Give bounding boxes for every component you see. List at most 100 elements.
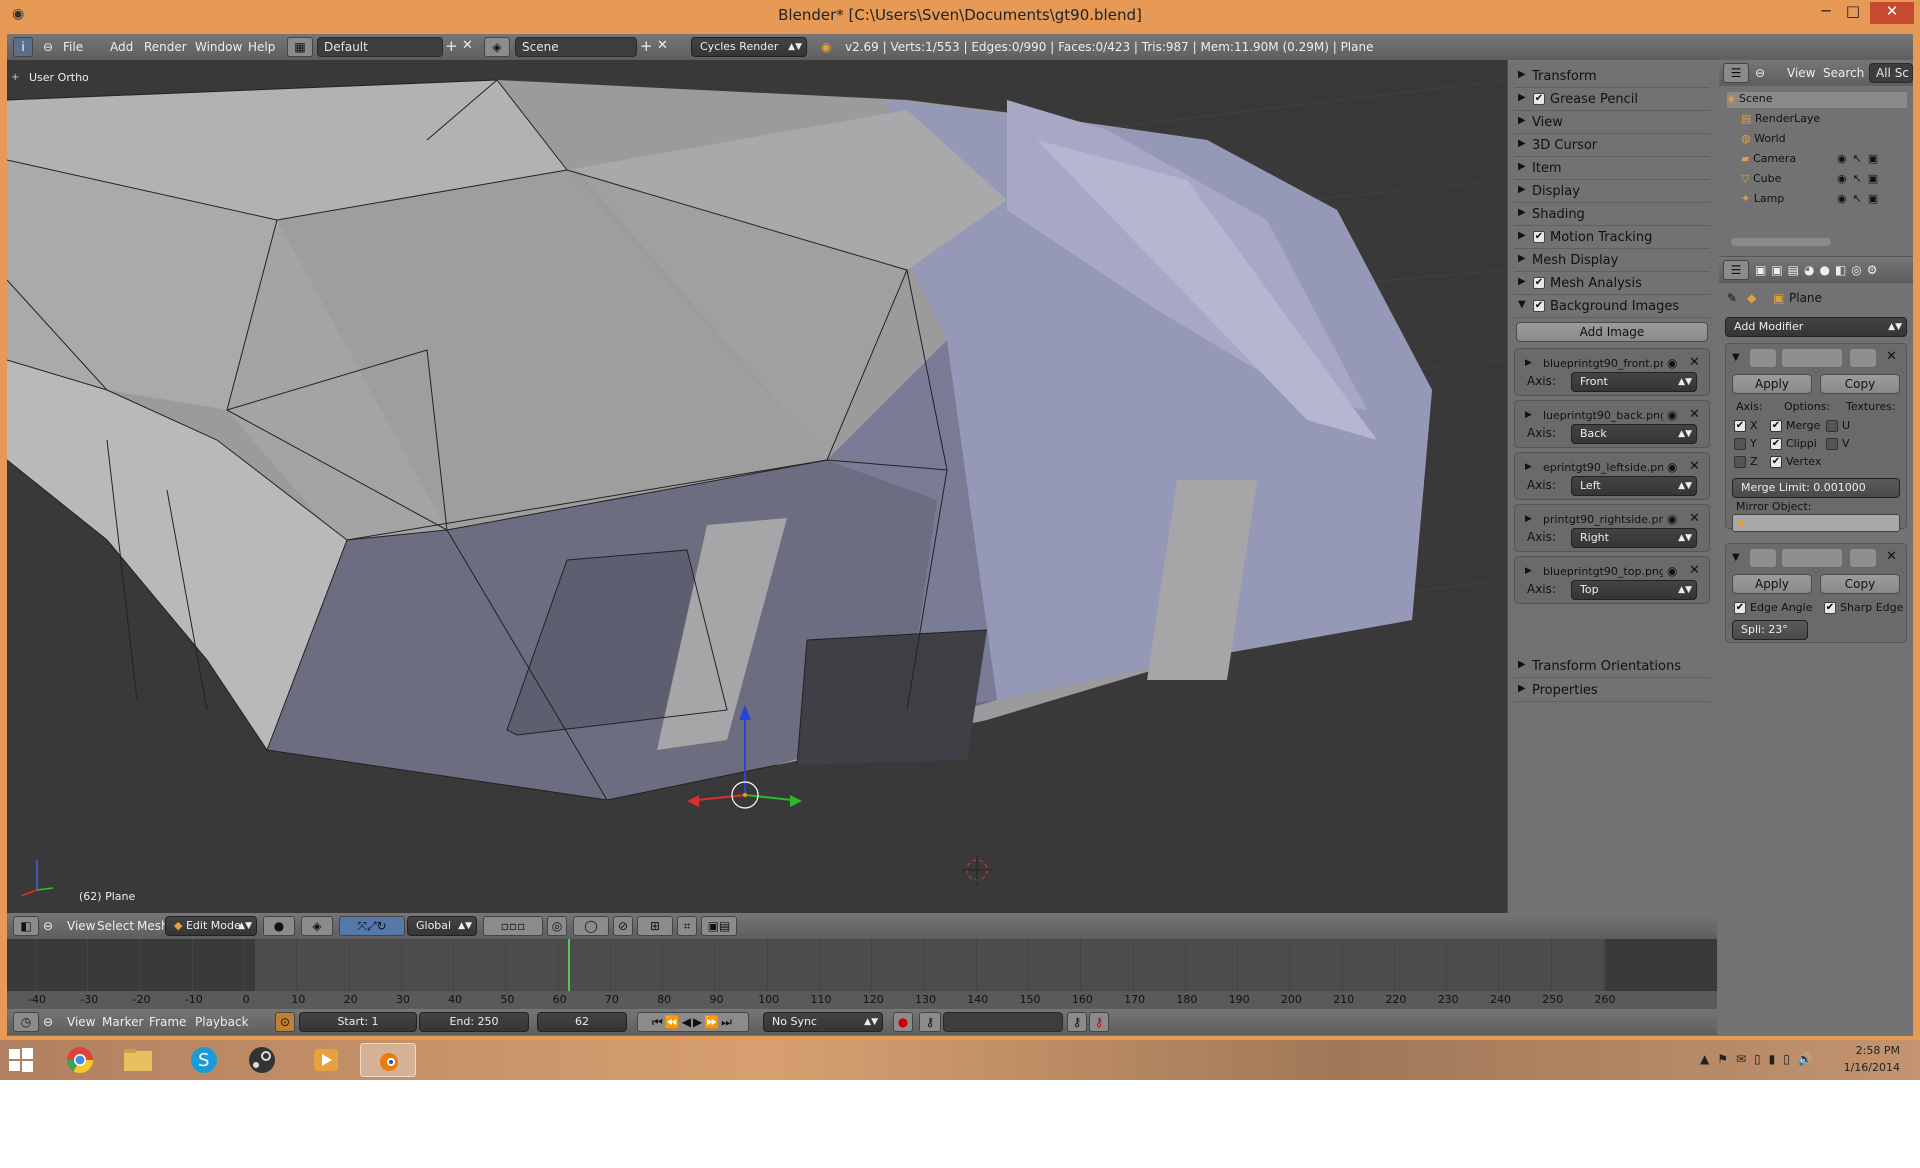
edge-angle-checkbox[interactable]: ✔ [1734, 602, 1746, 614]
collapse-icon[interactable]: ⊖ [1755, 66, 1765, 80]
menu-file[interactable]: File [63, 40, 83, 54]
axis-y-checkbox[interactable] [1734, 438, 1746, 450]
outliner-item-renderlaye[interactable]: ▤ RenderLaye [1741, 112, 1820, 128]
outliner-editor-icon[interactable]: ☰ [1723, 63, 1749, 83]
remove-image-icon[interactable]: ✕ [1689, 563, 1700, 578]
taskbar-date[interactable]: 1/16/2014 [1830, 1061, 1900, 1074]
panel-mesh-display[interactable]: ▶ Mesh Display [1514, 250, 1710, 272]
properties-editor-icon[interactable]: ☰ [1723, 260, 1749, 280]
timeline-menu-marker[interactable]: Marker [102, 1015, 143, 1029]
start-button[interactable] [4, 1043, 40, 1077]
layout-field[interactable]: Default [317, 37, 443, 57]
opengl-render-icon[interactable]: ⌗ [677, 916, 697, 936]
panel-view[interactable]: ▶ View [1514, 112, 1710, 134]
3d-view-editor-icon[interactable]: ◧ [13, 916, 39, 936]
axis-x-checkbox[interactable]: ✔ [1734, 420, 1746, 432]
panel-background-images[interactable]: ▼ ✔ Background Images [1514, 296, 1710, 318]
remove-image-icon[interactable]: ✕ [1689, 355, 1700, 370]
scene-icon[interactable]: ◈ [484, 37, 510, 57]
info-editor-icon[interactable]: i [13, 37, 33, 57]
eye-icon[interactable]: ◉ [1667, 564, 1677, 578]
panel-display[interactable]: ▶ Display [1514, 181, 1710, 203]
outliner-item-world[interactable]: ◍ World [1741, 132, 1786, 148]
merge-limit-field[interactable]: Merge Limit: 0.001000 [1732, 478, 1900, 498]
eye-icon[interactable]: ◉ [1667, 460, 1677, 474]
panel-mesh-analysis[interactable]: ▶ ✔ Mesh Analysis [1514, 273, 1710, 295]
select-menu[interactable]: Select [97, 919, 134, 933]
axis-select[interactable]: Front ▲▼ [1571, 372, 1697, 392]
remove-image-icon[interactable]: ✕ [1689, 459, 1700, 474]
modifier-visibility-toggles[interactable] [1782, 349, 1842, 367]
remove-modifier-icon[interactable]: ✕ [1886, 349, 1897, 364]
menu-render[interactable]: Render [144, 40, 187, 54]
expand-arrow-icon[interactable]: ▼ [1732, 352, 1740, 363]
eye-icon[interactable]: ◉ [1667, 408, 1677, 422]
panel-checkbox[interactable]: ✔ [1533, 277, 1545, 289]
axis-z-checkbox[interactable] [1734, 456, 1746, 468]
minimize-button[interactable]: ─ [1813, 2, 1839, 24]
keying-set-field[interactable] [943, 1012, 1063, 1032]
outliner-item-lamp[interactable]: ✦ Lamp ◉↖▣ [1741, 192, 1878, 208]
orientation-select[interactable]: Global ▲▼ [407, 916, 477, 936]
maximize-button[interactable]: □ [1840, 2, 1866, 24]
occlude-icon[interactable]: ◎ [547, 916, 567, 936]
taskbar-time[interactable]: 2:58 PM [1830, 1044, 1900, 1057]
outliner-filter[interactable]: All Sc [1869, 63, 1913, 83]
playback-controls[interactable]: ⏮⏪◀▶⏩⏭ [637, 1012, 749, 1032]
axis-select[interactable]: Back ▲▼ [1571, 424, 1697, 444]
explorer-taskbar-icon[interactable] [110, 1043, 166, 1077]
panel-3d-cursor[interactable]: ▶ 3D Cursor [1514, 135, 1710, 157]
panel-motion-tracking[interactable]: ▶ ✔ Motion Tracking [1514, 227, 1710, 249]
mirror-modifier-icon[interactable] [1750, 349, 1776, 367]
sync-select[interactable]: No Sync ▲▼ [763, 1012, 883, 1032]
close-button[interactable]: ✕ [1870, 2, 1914, 24]
end-frame-field[interactable]: End: 250 [419, 1012, 529, 1032]
3d-viewport[interactable]: + User Ortho (62) Plane [7, 60, 1507, 913]
apply-button[interactable]: Apply [1732, 374, 1812, 394]
render-engine-select[interactable]: Cycles Render ▲▼ [691, 37, 807, 57]
outliner-item-camera[interactable]: ▰ Camera ◉↖▣ [1741, 152, 1878, 168]
manipulator-icons[interactable]: ⤧⤢↻ [339, 916, 405, 936]
eye-icon[interactable]: ◉ [1667, 512, 1677, 526]
view-menu[interactable]: View [67, 919, 95, 933]
collapse-icon[interactable]: ⊖ [43, 40, 53, 54]
add-modifier-select[interactable]: Add Modifier ▲▼ [1725, 317, 1907, 337]
skype-taskbar-icon[interactable]: S [176, 1043, 232, 1077]
current-frame-field[interactable]: 62 [537, 1012, 627, 1032]
snap-element-icon[interactable]: ⊞ [637, 916, 673, 936]
modifier-move-icon[interactable] [1850, 349, 1876, 367]
remove-modifier-icon[interactable]: ✕ [1886, 549, 1897, 564]
remove-layout-icon[interactable]: ✕ [462, 38, 473, 53]
restrict-toggles-icons[interactable]: ◉↖▣ [1837, 192, 1884, 205]
start-frame-field[interactable]: Start: 1 [299, 1012, 417, 1032]
pivot-icon[interactable]: ◈ [301, 916, 333, 936]
scene-field[interactable]: Scene [515, 37, 637, 57]
expand-arrow-icon[interactable]: ▶ [1525, 410, 1532, 420]
preview-range-icon[interactable]: ⊙ [275, 1012, 295, 1032]
chrome-taskbar-icon[interactable] [52, 1043, 108, 1077]
expand-arrow-icon[interactable]: ▶ [1525, 462, 1532, 472]
current-frame-line[interactable] [568, 939, 571, 991]
expand-arrow-icon[interactable]: ▶ [1525, 514, 1532, 524]
menu-help[interactable]: Help [248, 40, 275, 54]
snap-toggle-icon[interactable]: ⊘ [613, 916, 633, 936]
remove-image-icon[interactable]: ✕ [1689, 511, 1700, 526]
eye-icon[interactable]: ◉ [1667, 356, 1677, 370]
option-checkbox[interactable]: ✔ [1770, 438, 1782, 450]
media-player-taskbar-icon[interactable] [298, 1043, 354, 1077]
render-icons[interactable]: ▣▤ [701, 916, 737, 936]
context-tabs-icons[interactable]: ▣▣▤◕●◧◎⚙ [1755, 263, 1883, 277]
remove-image-icon[interactable]: ✕ [1689, 407, 1700, 422]
panel-checkbox[interactable]: ✔ [1533, 231, 1545, 243]
axis-select[interactable]: Left ▲▼ [1571, 476, 1697, 496]
panel-shading[interactable]: ▶ Shading [1514, 204, 1710, 226]
timeline-menu-view[interactable]: View [67, 1015, 95, 1029]
axis-select[interactable]: Right ▲▼ [1571, 528, 1697, 548]
restrict-toggles-icons[interactable]: ◉↖▣ [1837, 152, 1884, 165]
panel-transform-orientations[interactable]: ▶ Transform Orientations [1514, 656, 1710, 678]
add-layout-icon[interactable]: + [445, 37, 458, 55]
panel-grease-pencil[interactable]: ▶ ✔ Grease Pencil [1514, 89, 1710, 111]
outliner-menu-view[interactable]: View [1787, 66, 1815, 80]
add-panel-icon[interactable]: + [11, 72, 19, 83]
pin-icon[interactable]: ✎ [1727, 291, 1737, 305]
